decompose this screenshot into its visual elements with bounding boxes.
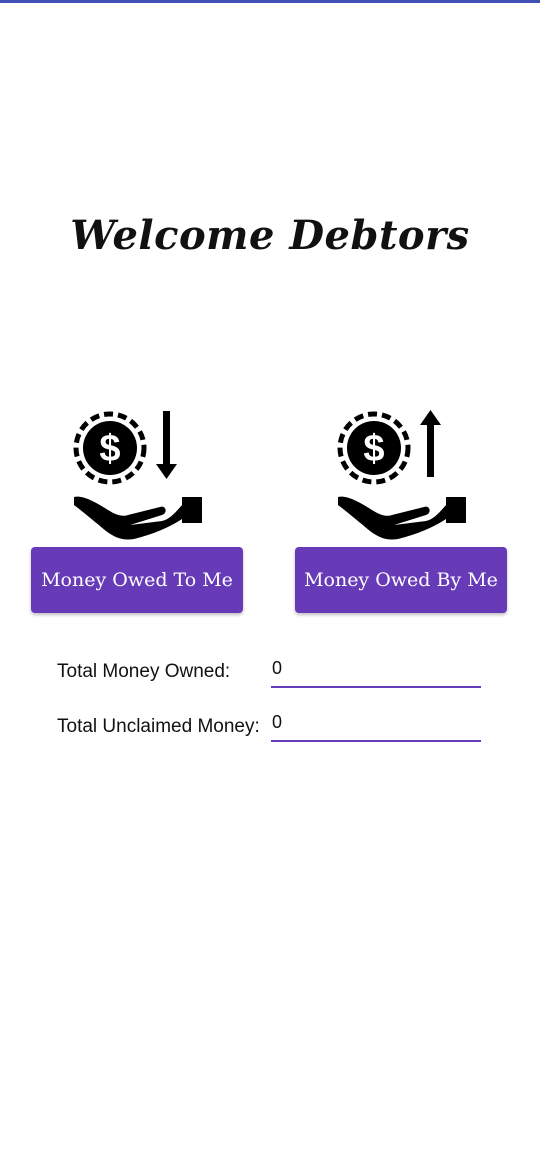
page-title: Welcome Debtors [70,212,470,259]
top-accent-bar [0,0,540,3]
svg-text:$: $ [363,428,384,470]
money-owed-to-me-button[interactable]: Money Owed To Me [31,547,243,613]
total-money-owned-field[interactable]: 0 [271,658,481,688]
hand-giving-money-icon: $ [336,409,470,541]
total-unclaimed-money-field[interactable]: 0 [271,712,481,742]
total-money-owned-label: Total Money Owned: [57,661,231,682]
total-unclaimed-money-label: Total Unclaimed Money: [57,716,260,737]
total-money-owned-value: 0 [272,658,283,678]
total-unclaimed-money-value: 0 [272,712,283,732]
hand-receiving-money-icon: $ [72,409,206,541]
money-owed-by-me-button[interactable]: Money Owed By Me [295,547,507,613]
svg-text:$: $ [99,428,120,470]
